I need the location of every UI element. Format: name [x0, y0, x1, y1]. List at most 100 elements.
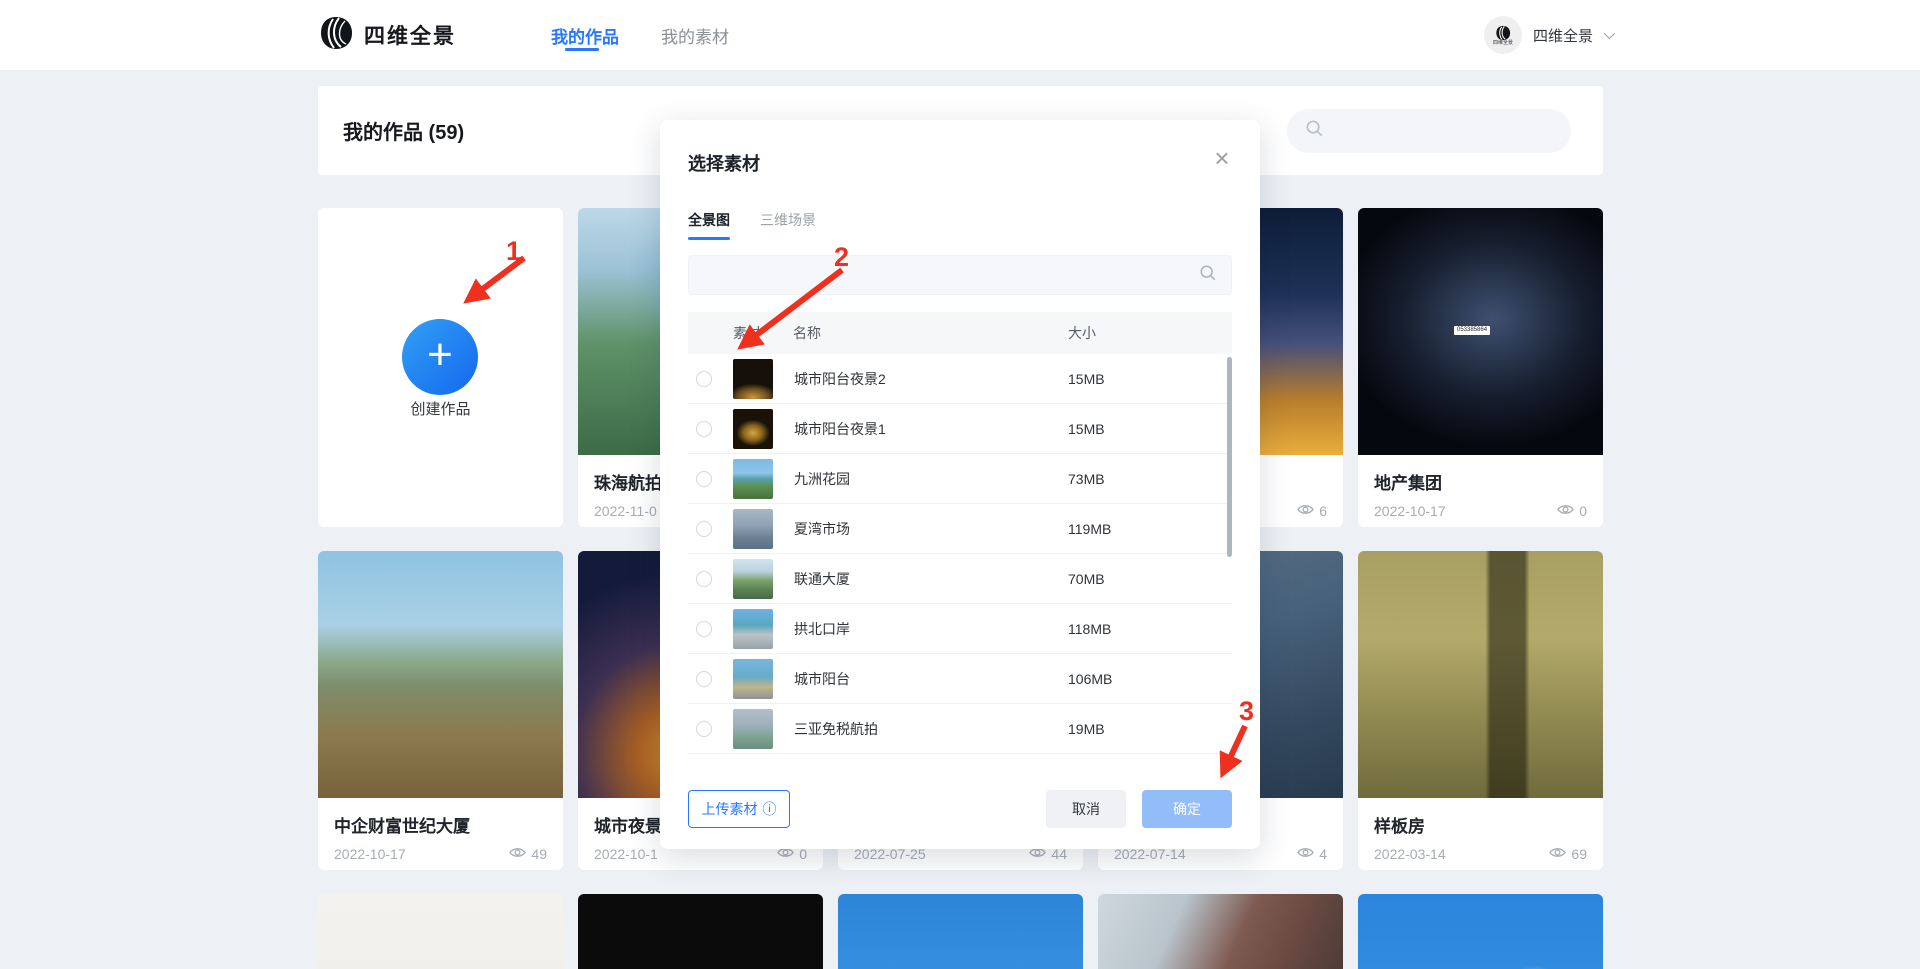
material-thumbnail [733, 359, 773, 399]
work-card[interactable]: 053385864 地产集团 2022-10-17 0 [1358, 208, 1603, 527]
search-icon [1305, 119, 1324, 143]
material-name: 城市阳台 [794, 669, 850, 689]
views-count: 0 [1579, 503, 1587, 519]
material-thumbnail [733, 559, 773, 599]
create-work-label: 创建作品 [318, 398, 563, 419]
material-name: 城市阳台夜景2 [794, 369, 886, 389]
material-row[interactable]: 夏湾市场 119MB [688, 504, 1232, 554]
close-icon[interactable]: × [1206, 142, 1238, 174]
search-icon [1199, 264, 1217, 287]
radio-button[interactable] [696, 371, 712, 387]
tab-my-materials[interactable]: 我的素材 [661, 0, 729, 70]
column-size: 大小 [1068, 323, 1096, 343]
info-icon: ⓘ [763, 799, 777, 819]
eye-icon [1297, 846, 1314, 862]
work-date: 2022-10-17 [1374, 503, 1446, 519]
material-thumbnail [733, 709, 773, 749]
create-work-card[interactable]: + 创建作品 [318, 208, 563, 527]
material-thumbnail [733, 509, 773, 549]
work-title: 地产集团 [1374, 469, 1587, 491]
eye-icon [1557, 503, 1574, 519]
work-views: 6 [1297, 503, 1327, 519]
work-title: 中企财富世纪大厦 [334, 812, 547, 834]
views-count: 69 [1571, 846, 1587, 862]
plus-icon[interactable]: + [402, 319, 478, 395]
brand[interactable]: 四维全景 [318, 0, 456, 70]
work-card[interactable]: 中企财富世纪大厦 2022-10-17 49 [318, 551, 563, 870]
work-thumbnail [1358, 551, 1603, 798]
material-search-input[interactable] [703, 267, 1199, 283]
material-thumbnail [733, 409, 773, 449]
column-material: 素材 [733, 323, 761, 343]
upload-material-button[interactable]: 上传素材 ⓘ [688, 790, 790, 828]
radio-button[interactable] [696, 471, 712, 487]
model-tag-label: 053385864 [1454, 326, 1490, 335]
user-menu[interactable]: 四维全景 四维全景 [1484, 0, 1612, 70]
work-card[interactable] [318, 894, 563, 969]
top-navbar: 四维全景 我的作品 我的素材 四维全景 四维全景 [0, 0, 1920, 70]
active-tab-underline [565, 48, 599, 51]
work-views: 69 [1549, 846, 1587, 862]
work-card[interactable] [1098, 894, 1343, 969]
material-row[interactable]: 城市阳台 106MB [688, 654, 1232, 704]
eye-icon [1549, 846, 1566, 862]
work-card[interactable]: 样板房 2022-03-14 69 [1358, 551, 1603, 870]
work-card[interactable] [578, 894, 823, 969]
material-table-header: 素材 名称 大小 [688, 312, 1232, 354]
column-name: 名称 [793, 323, 821, 343]
material-size: 119MB [1068, 521, 1111, 537]
works-search[interactable] [1287, 109, 1571, 153]
radio-button[interactable] [696, 421, 712, 437]
material-row[interactable]: 城市阳台夜景2 15MB [688, 354, 1232, 404]
avatar: 四维全景 [1484, 16, 1522, 54]
work-date: 2022-11-0 [594, 503, 657, 519]
radio-button[interactable] [696, 671, 712, 687]
work-thumbnail [838, 894, 1083, 969]
avatar-text: 四维全景 [1493, 41, 1513, 46]
material-row[interactable]: 联通大厦 70MB [688, 554, 1232, 604]
work-thumbnail [318, 551, 563, 798]
material-name: 三亚免税航拍 [794, 719, 878, 739]
cancel-button[interactable]: 取消 [1046, 790, 1126, 828]
material-name: 联通大厦 [794, 569, 850, 589]
views-count: 49 [531, 846, 547, 862]
radio-button[interactable] [696, 621, 712, 637]
work-date: 2022-10-17 [334, 846, 406, 862]
page-title: 我的作品 (59) [343, 86, 464, 175]
work-date: 2022-03-14 [1374, 846, 1446, 862]
eye-icon [509, 846, 526, 862]
work-card[interactable] [1358, 894, 1603, 969]
tab-panorama[interactable]: 全景图 [688, 210, 730, 240]
material-size: 19MB [1068, 721, 1105, 737]
work-thumbnail: 053385864 [1358, 208, 1603, 455]
work-card[interactable] [838, 894, 1083, 969]
material-search[interactable] [688, 255, 1232, 295]
material-list: 城市阳台夜景2 15MB 城市阳台夜景1 15MB 九洲花园 73MB 夏湾市场… [688, 354, 1232, 754]
material-size: 118MB [1068, 621, 1111, 637]
radio-button[interactable] [696, 571, 712, 587]
select-material-modal: 选择素材 × 全景图 三维场景 素材 名称 大小 城市阳台夜景2 15MB 城市… [660, 120, 1260, 849]
material-size: 73MB [1068, 471, 1105, 487]
material-row[interactable]: 三亚免税航拍 19MB [688, 704, 1232, 754]
chevron-down-icon [1604, 28, 1615, 39]
tab-my-works[interactable]: 我的作品 [551, 0, 619, 70]
material-name: 夏湾市场 [794, 519, 850, 539]
tab-3d-scene[interactable]: 三维场景 [760, 210, 816, 240]
material-row[interactable]: 九洲花园 73MB [688, 454, 1232, 504]
radio-button[interactable] [696, 521, 712, 537]
material-size: 15MB [1068, 371, 1105, 387]
material-row[interactable]: 拱北口岸 118MB [688, 604, 1232, 654]
material-thumbnail [733, 459, 773, 499]
eye-icon [1297, 503, 1314, 519]
material-name: 拱北口岸 [794, 619, 850, 639]
radio-button[interactable] [696, 721, 712, 737]
work-thumbnail [1098, 894, 1343, 969]
scrollbar-thumb[interactable] [1227, 357, 1232, 557]
brand-name: 四维全景 [364, 20, 456, 50]
work-views: 4 [1297, 846, 1327, 862]
material-row[interactable]: 城市阳台夜景1 15MB [688, 404, 1232, 454]
material-size: 106MB [1068, 671, 1112, 687]
works-search-input[interactable] [1334, 123, 1553, 139]
confirm-button[interactable]: 确定 [1142, 790, 1232, 828]
material-name: 九洲花园 [794, 469, 850, 489]
